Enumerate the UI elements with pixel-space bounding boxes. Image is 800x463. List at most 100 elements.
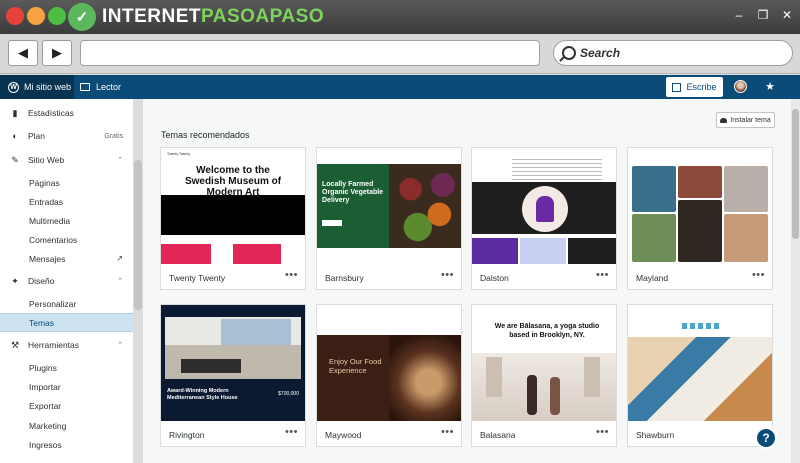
sidebar-item-import[interactable]: Importar (0, 377, 133, 396)
maximize-window-button[interactable] (48, 7, 66, 25)
sidebar-item-plan[interactable]: ◐ Plan Gratis (0, 126, 133, 146)
browser-toolbar: ◀ ▶ Search (0, 34, 800, 74)
sidebar-item-media[interactable]: Multimedia (0, 211, 133, 230)
logo-mark-icon: ✓ (68, 3, 96, 31)
forward-button[interactable]: ▶ (42, 40, 72, 66)
theme-thumbnail[interactable]: Twenty Twenty Welcome to the Swedish Mus… (161, 148, 305, 264)
sidebar-item-export[interactable]: Exportar (0, 396, 133, 415)
reader-icon (80, 83, 90, 91)
theme-card[interactable]: Award-Winning Modern Mediterranean Style… (160, 304, 306, 447)
my-site-button[interactable]: W Mi sitio web (0, 75, 74, 99)
back-button[interactable]: ◀ (8, 40, 38, 66)
address-bar[interactable] (80, 40, 540, 66)
thumb-window (221, 319, 291, 345)
theme-thumbnail[interactable]: We are Bālasana, a yoga studio based in … (472, 305, 616, 421)
sidebar-item-design[interactable]: ✦ Diseño ⌃ (0, 271, 133, 291)
thumb-green-panel (317, 164, 389, 248)
more-options-icon[interactable]: ••• (441, 426, 454, 438)
theme-thumbnail[interactable]: Enjoy Our Food Experience (317, 305, 461, 421)
sidebar-item-label: Sitio Web (28, 155, 65, 165)
thumb-headline: Enjoy Our Food Experience (329, 357, 382, 375)
sidebar-sub-label: Entradas (29, 196, 64, 207)
sidebar-sub-label: Temas (29, 317, 55, 328)
more-options-icon[interactable]: ••• (596, 426, 609, 438)
theme-name: Barnsbury (325, 273, 364, 283)
sidebar-item-pages[interactable]: Páginas (0, 173, 133, 192)
close-icon[interactable]: ✕ (780, 8, 794, 22)
minimize-window-button[interactable] (27, 7, 45, 25)
theme-name: Twenty Twenty (169, 273, 226, 283)
theme-card[interactable]: Enjoy Our Food Experience Maywood ••• (316, 304, 462, 447)
sidebar-item-comments[interactable]: Comentarios (0, 230, 133, 249)
theme-card[interactable]: Locally Farmed Organic Vegetable Deliver… (316, 147, 462, 290)
sidebar-item-posts[interactable]: Entradas (0, 192, 133, 211)
scrollbar-thumb[interactable] (792, 109, 799, 239)
theme-card[interactable]: Shawburn (627, 304, 773, 447)
theme-card[interactable]: Twenty Twenty Welcome to the Swedish Mus… (160, 147, 306, 290)
pencil-icon: ✎ (11, 154, 19, 165)
sidebar-item-label: Plan (28, 131, 46, 141)
theme-thumbnail[interactable] (472, 148, 616, 264)
minimize-icon[interactable]: – (732, 8, 746, 22)
sidebar-item-plugins[interactable]: Plugins (0, 358, 133, 377)
reader-button[interactable]: Lector (80, 75, 121, 99)
sidebar-sub-label: Ingresos (29, 439, 62, 450)
notifications-bell-icon[interactable]: ★ (763, 80, 777, 94)
sidebar-item-earnings[interactable]: Ingresos (0, 435, 133, 454)
theme-name: Mayland (636, 273, 669, 283)
sidebar-item-site[interactable]: ✎ Sitio Web ⌃ (0, 150, 133, 170)
sidebar: ▮ Estadísticas ◐ Plan Gratis ✎ Sitio Web… (0, 99, 134, 463)
thumb-headline: Award-Winning Modern Mediterranean Style… (167, 388, 238, 401)
theme-name: Balasana (480, 430, 516, 440)
sidebar-item-tools[interactable]: ⚒ Herramientas ⌃ (0, 335, 133, 355)
theme-card[interactable]: We are Bālasana, a yoga studio based in … (471, 304, 617, 447)
theme-thumbnail[interactable] (628, 148, 772, 264)
more-options-icon[interactable]: ••• (441, 269, 454, 281)
main-scrollbar[interactable] (791, 99, 800, 463)
sidebar-sub-label: Plugins (29, 362, 57, 373)
sidebar-sub-label: Comentarios (29, 234, 78, 245)
more-options-icon[interactable]: ••• (285, 426, 298, 438)
theme-card[interactable]: Mayland ••• (627, 147, 773, 290)
thumb-sofa (181, 359, 241, 373)
thumb-headline: We are Bālasana, a yoga studio based in … (494, 323, 600, 339)
user-avatar[interactable] (734, 80, 747, 93)
external-link-icon: ↗ (116, 254, 123, 263)
portrait-photo (724, 166, 768, 212)
wordpress-icon: W (8, 81, 19, 93)
admin-bar: W Mi sitio web Lector Escribe ★ (0, 75, 800, 99)
theme-thumbnail[interactable]: Award-Winning Modern Mediterranean Style… (161, 305, 305, 421)
question-icon: ? (762, 431, 770, 445)
sidebar-item-stats[interactable]: ▮ Estadísticas (0, 103, 133, 123)
brush-icon: ✦ (11, 275, 19, 286)
thumb-social-icons (682, 323, 722, 329)
sidebar-item-customize[interactable]: Personalizar (0, 294, 133, 313)
thumb-button (322, 220, 342, 226)
sidebar-sub-label: Importar (29, 381, 61, 392)
window-controls: – ❐ ✕ (732, 8, 794, 22)
back-arrow-icon: ◀ (18, 45, 28, 60)
install-theme-button[interactable]: Instalar tema (716, 112, 775, 128)
theme-thumbnail[interactable] (628, 305, 772, 421)
thumb-text-lines (512, 156, 602, 180)
cloud-upload-icon (720, 117, 728, 123)
sidebar-scrollbar[interactable] (134, 160, 142, 310)
close-window-button[interactable] (6, 7, 24, 25)
sidebar-item-messages[interactable]: Mensajes ↗ (0, 249, 133, 268)
theme-card[interactable]: Dalston ••• (471, 147, 617, 290)
more-options-icon[interactable]: ••• (752, 269, 765, 281)
sidebar-item-marketing[interactable]: Marketing (0, 416, 133, 435)
help-button[interactable]: ? (755, 427, 777, 449)
search-input[interactable]: Search (553, 40, 793, 66)
thumb-header: Twenty Twenty (167, 152, 191, 156)
thumb-window (486, 357, 502, 397)
more-options-icon[interactable]: ••• (285, 269, 298, 281)
more-options-icon[interactable]: ••• (596, 269, 609, 281)
thumb-dark-band (161, 195, 305, 235)
theme-thumbnail[interactable]: Locally Farmed Organic Vegetable Deliver… (317, 148, 461, 264)
restore-icon[interactable]: ❐ (756, 8, 770, 22)
logo-text-part2: PASOAPASO (201, 6, 325, 27)
write-button[interactable]: Escribe (666, 77, 723, 97)
sidebar-sub-label: Personalizar (29, 298, 77, 309)
sidebar-item-themes[interactable]: Temas (0, 313, 133, 332)
